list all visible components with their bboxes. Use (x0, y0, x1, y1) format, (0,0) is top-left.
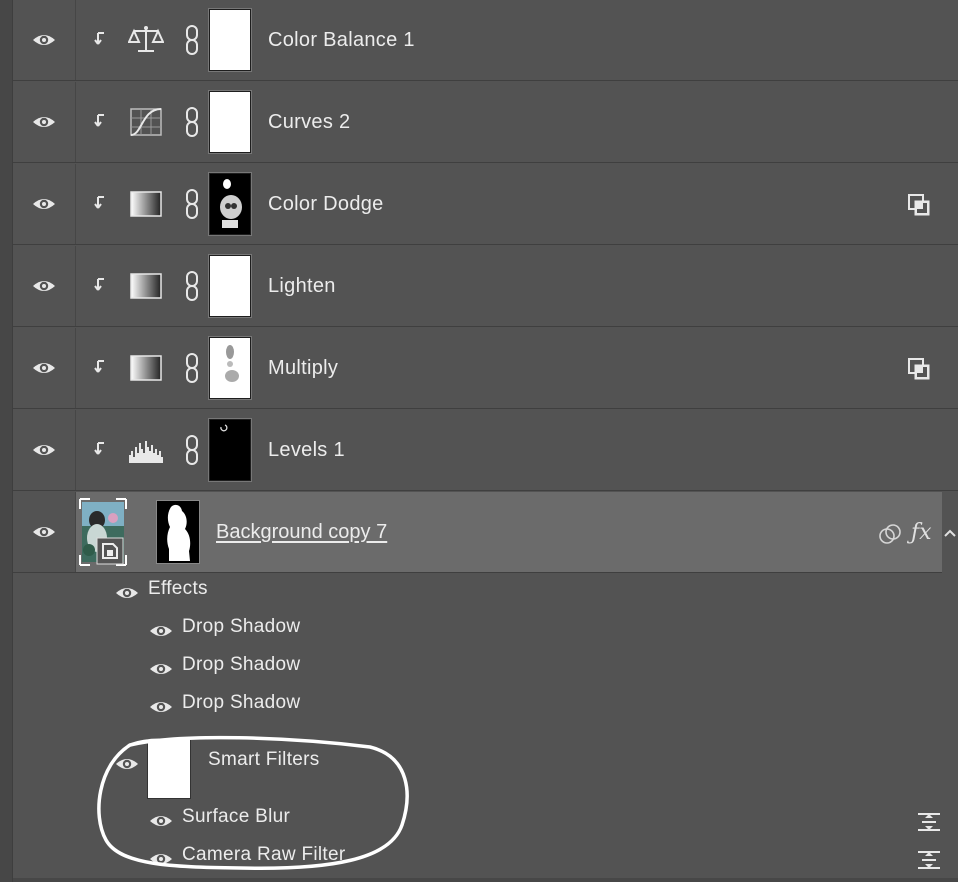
eye-icon[interactable] (149, 813, 173, 829)
eye-icon[interactable] (32, 360, 56, 376)
layer-name[interactable]: Background copy 7 (216, 521, 387, 544)
clipping-arrow-icon (94, 196, 104, 209)
visibility-column (13, 246, 76, 326)
clipping-arrow-icon (94, 32, 104, 45)
eye-icon[interactable] (32, 278, 56, 294)
eye-icon[interactable] (149, 699, 173, 715)
gradient-fill-icon (130, 355, 162, 381)
effect-item[interactable]: Drop Shadow (182, 654, 300, 676)
eye-icon[interactable] (115, 756, 139, 772)
fx-icon[interactable]: ƒx (911, 520, 932, 545)
layer-row[interactable]: Levels 1 (13, 410, 958, 491)
smart-filters-label[interactable]: Smart Filters (208, 749, 320, 771)
layer-name[interactable]: Color Balance 1 (268, 29, 415, 52)
effects-label[interactable]: Effects (148, 578, 208, 600)
eye-icon[interactable] (32, 114, 56, 130)
curves-icon (130, 108, 162, 136)
link-chain-icon[interactable] (184, 188, 200, 220)
blend-if-badge-icon (908, 194, 930, 216)
layer-name[interactable]: Multiply (268, 357, 338, 380)
mask-mark-shape (220, 424, 228, 432)
blend-if-badge-icon (908, 358, 930, 380)
visibility-column (13, 328, 76, 408)
eye-icon[interactable] (149, 661, 173, 677)
levels-histogram-icon (129, 441, 163, 463)
panel-left-edge (0, 0, 13, 882)
smart-filter-mask-thumbnail[interactable] (147, 739, 191, 799)
layer-row[interactable]: Curves 2 (13, 82, 958, 163)
eye-icon[interactable] (32, 442, 56, 458)
eye-icon[interactable] (149, 851, 173, 867)
visibility-column (13, 410, 76, 490)
filter-item[interactable]: Surface Blur (182, 806, 290, 828)
eye-icon[interactable] (32, 196, 56, 212)
panel-bottom-edge (13, 878, 958, 882)
visibility-column (13, 0, 76, 80)
mask-silhouette-shape (167, 504, 191, 561)
link-chain-icon[interactable] (184, 24, 200, 56)
effect-item[interactable]: Drop Shadow (182, 692, 300, 714)
layer-mask-thumbnail[interactable] (156, 500, 200, 564)
balance-scale-icon (128, 26, 164, 52)
layer-row[interactable]: Multiply (13, 328, 958, 409)
eye-icon[interactable] (32, 32, 56, 48)
layer-name[interactable]: Curves 2 (268, 111, 350, 134)
filter-item[interactable]: Camera Raw Filter (182, 844, 345, 866)
chevron-up-icon[interactable] (943, 528, 957, 538)
layer-name[interactable]: Levels 1 (268, 439, 345, 462)
effect-item[interactable]: Drop Shadow (182, 616, 300, 638)
layer-mask-thumbnail[interactable] (209, 419, 251, 481)
eye-icon[interactable] (115, 585, 139, 601)
filter-blending-options-icon[interactable] (916, 849, 942, 871)
layer-mask-thumbnail[interactable] (209, 255, 251, 317)
gradient-fill-icon (130, 273, 162, 299)
layer-row[interactable]: Color Dodge (13, 164, 958, 245)
gradient-fill-icon (130, 191, 162, 217)
visibility-column (13, 492, 76, 572)
layer-mask-thumbnail[interactable] (209, 337, 251, 399)
mask-figure-shape (220, 179, 242, 228)
layer-row-selected[interactable]: Background copy 7 ƒx (13, 492, 956, 573)
mask-smudge-shape (225, 345, 239, 382)
visibility-column (13, 164, 76, 244)
clipping-arrow-icon (94, 114, 104, 127)
layer-name[interactable]: Color Dodge (268, 193, 384, 216)
layer-row[interactable]: Color Balance 1 (13, 0, 958, 81)
layer-row[interactable]: Lighten (13, 246, 958, 327)
layer-mask-thumbnail[interactable] (209, 9, 251, 71)
visibility-column (13, 82, 76, 162)
eye-icon[interactable] (32, 524, 56, 540)
layer-mask-thumbnail[interactable] (209, 91, 251, 153)
smart-object-thumbnail[interactable] (79, 498, 127, 566)
link-chain-icon[interactable] (184, 270, 200, 302)
clipping-arrow-icon (94, 442, 104, 455)
eye-icon[interactable] (149, 623, 173, 639)
smart-filter-badge-icon (879, 524, 901, 544)
clipping-arrow-icon (94, 360, 104, 373)
link-chain-icon[interactable] (184, 434, 200, 466)
clipping-arrow-icon (94, 278, 104, 291)
layer-name[interactable]: Lighten (268, 275, 336, 298)
link-chain-icon[interactable] (184, 352, 200, 384)
filter-blending-options-icon[interactable] (916, 811, 942, 833)
link-chain-icon[interactable] (184, 106, 200, 138)
layer-mask-thumbnail[interactable] (209, 173, 251, 235)
